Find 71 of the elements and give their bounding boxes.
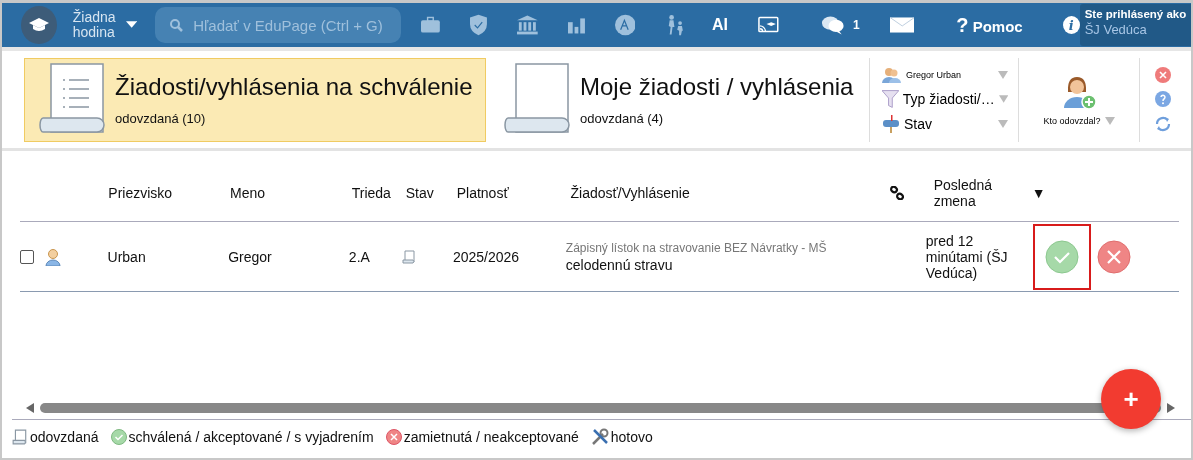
funnel-icon <box>882 88 899 109</box>
approve-button[interactable] <box>1045 239 1080 274</box>
dropdown-arrow-icon[interactable] <box>1104 116 1115 125</box>
document-status-icon <box>402 249 417 264</box>
column-header[interactable]: Posledná zmena <box>933 177 1032 209</box>
legend-label: zamietnutá / neakceptované <box>403 429 579 445</box>
ai-button[interactable]: AI <box>711 16 728 34</box>
legend-label: odovzdaná <box>30 429 99 445</box>
chat-bubbles-icon[interactable] <box>820 14 846 36</box>
tab-title: Žiadosti/vyhlásenia na schválenie <box>115 73 473 101</box>
table-cell-text: 2.A <box>348 248 371 265</box>
add-button[interactable]: + <box>1101 369 1161 429</box>
briefcase-icon[interactable] <box>421 16 440 34</box>
help-icon[interactable] <box>1155 90 1171 107</box>
graduation-cap-icon[interactable] <box>21 6 57 44</box>
login-label: Ste prihlásený ako <box>1084 8 1188 20</box>
table-cell-text: Urban <box>107 248 147 265</box>
login-panel[interactable]: Ste prihlásený ako ŠJ Vedúca <box>1079 4 1191 46</box>
sort-arrow[interactable]: ▼ <box>1031 185 1179 201</box>
column-header[interactable]: Platnosť <box>456 185 571 201</box>
close-icon[interactable] <box>1155 66 1171 83</box>
filter-dropdown[interactable]: Gregor Urban <box>882 66 1008 83</box>
column-header[interactable]: Priezvisko <box>108 185 230 201</box>
column-header[interactable]: Trieda <box>351 185 406 201</box>
search-icon <box>169 18 184 32</box>
dropdown-arrow-icon[interactable] <box>998 94 1008 103</box>
person-icon <box>45 247 62 266</box>
scroll-left-icon[interactable] <box>26 403 34 413</box>
request-detail: celodennú stravu <box>565 256 674 273</box>
tab-count: odovzdaná (10) <box>115 111 207 126</box>
dropdown-arrow-icon[interactable] <box>998 70 1008 79</box>
legend-label: schválená / akceptované / s vyjadrením <box>128 429 374 445</box>
bar-chart-icon[interactable] <box>567 16 585 34</box>
document-icon <box>12 429 28 445</box>
submitter-filter[interactable]: Kto odovzdal? <box>1019 57 1140 142</box>
tab[interactable]: Žiadosti/vyhlásenia na schválenie odovzdaná (10) <box>24 57 486 142</box>
tab-count: odovzdaná (4) <box>580 111 665 126</box>
shield-icon[interactable] <box>469 14 487 36</box>
column-header[interactable]: Stav <box>405 185 457 201</box>
column-header[interactable]: Meno <box>230 185 352 201</box>
lesson-selector[interactable]: Žiadna hodina <box>72 10 120 40</box>
refresh-icon[interactable] <box>1154 114 1172 133</box>
scroll-right-icon[interactable] <box>1167 403 1175 413</box>
grade-icon[interactable] <box>614 14 636 36</box>
caret-icon[interactable] <box>125 21 138 29</box>
table-cell-text: 2025/2026 <box>452 248 521 265</box>
search-field[interactable]: Hľadať v EduPage (Ctrl + G) <box>155 7 402 43</box>
tab[interactable]: Moje žiadosti / vyhlásenia odovzdaná (4) <box>490 57 870 142</box>
tools-icon <box>590 428 609 446</box>
help-button[interactable]: ? Pomoc <box>956 13 1023 37</box>
row-checkbox[interactable] <box>20 249 34 264</box>
info-icon[interactable]: i <box>1062 16 1080 34</box>
link-icon <box>890 186 905 200</box>
filter-dropdown[interactable]: Stav <box>882 114 1008 133</box>
message-count: 1 <box>853 18 860 32</box>
legend-label: hotovo <box>610 429 653 445</box>
check-icon <box>110 429 127 445</box>
people-icon <box>882 66 902 83</box>
column-header[interactable]: Žiadosť/Vyhlásenie <box>570 185 891 201</box>
user-name: ŠJ Vedúca <box>1084 22 1148 37</box>
cross-icon <box>385 429 402 445</box>
tab-title: Moje žiadosti / vyhlásenia <box>580 73 854 101</box>
request-type: Zápisný lístok na stravovanie BEZ Návratky - MŠ <box>565 240 828 255</box>
screen-icon[interactable] <box>757 16 779 34</box>
table-cell-text: Gregor <box>228 248 273 265</box>
filter-dropdown[interactable]: Typ žiadosti/… <box>882 88 1008 109</box>
envelope-icon[interactable] <box>889 16 915 34</box>
reject-button[interactable] <box>1097 239 1132 274</box>
bank-icon[interactable] <box>516 15 538 35</box>
table-cell-text: pred 12 minútami (ŠJ Vedúca) <box>925 232 1009 281</box>
dropdown-arrow-icon[interactable] <box>998 119 1008 128</box>
